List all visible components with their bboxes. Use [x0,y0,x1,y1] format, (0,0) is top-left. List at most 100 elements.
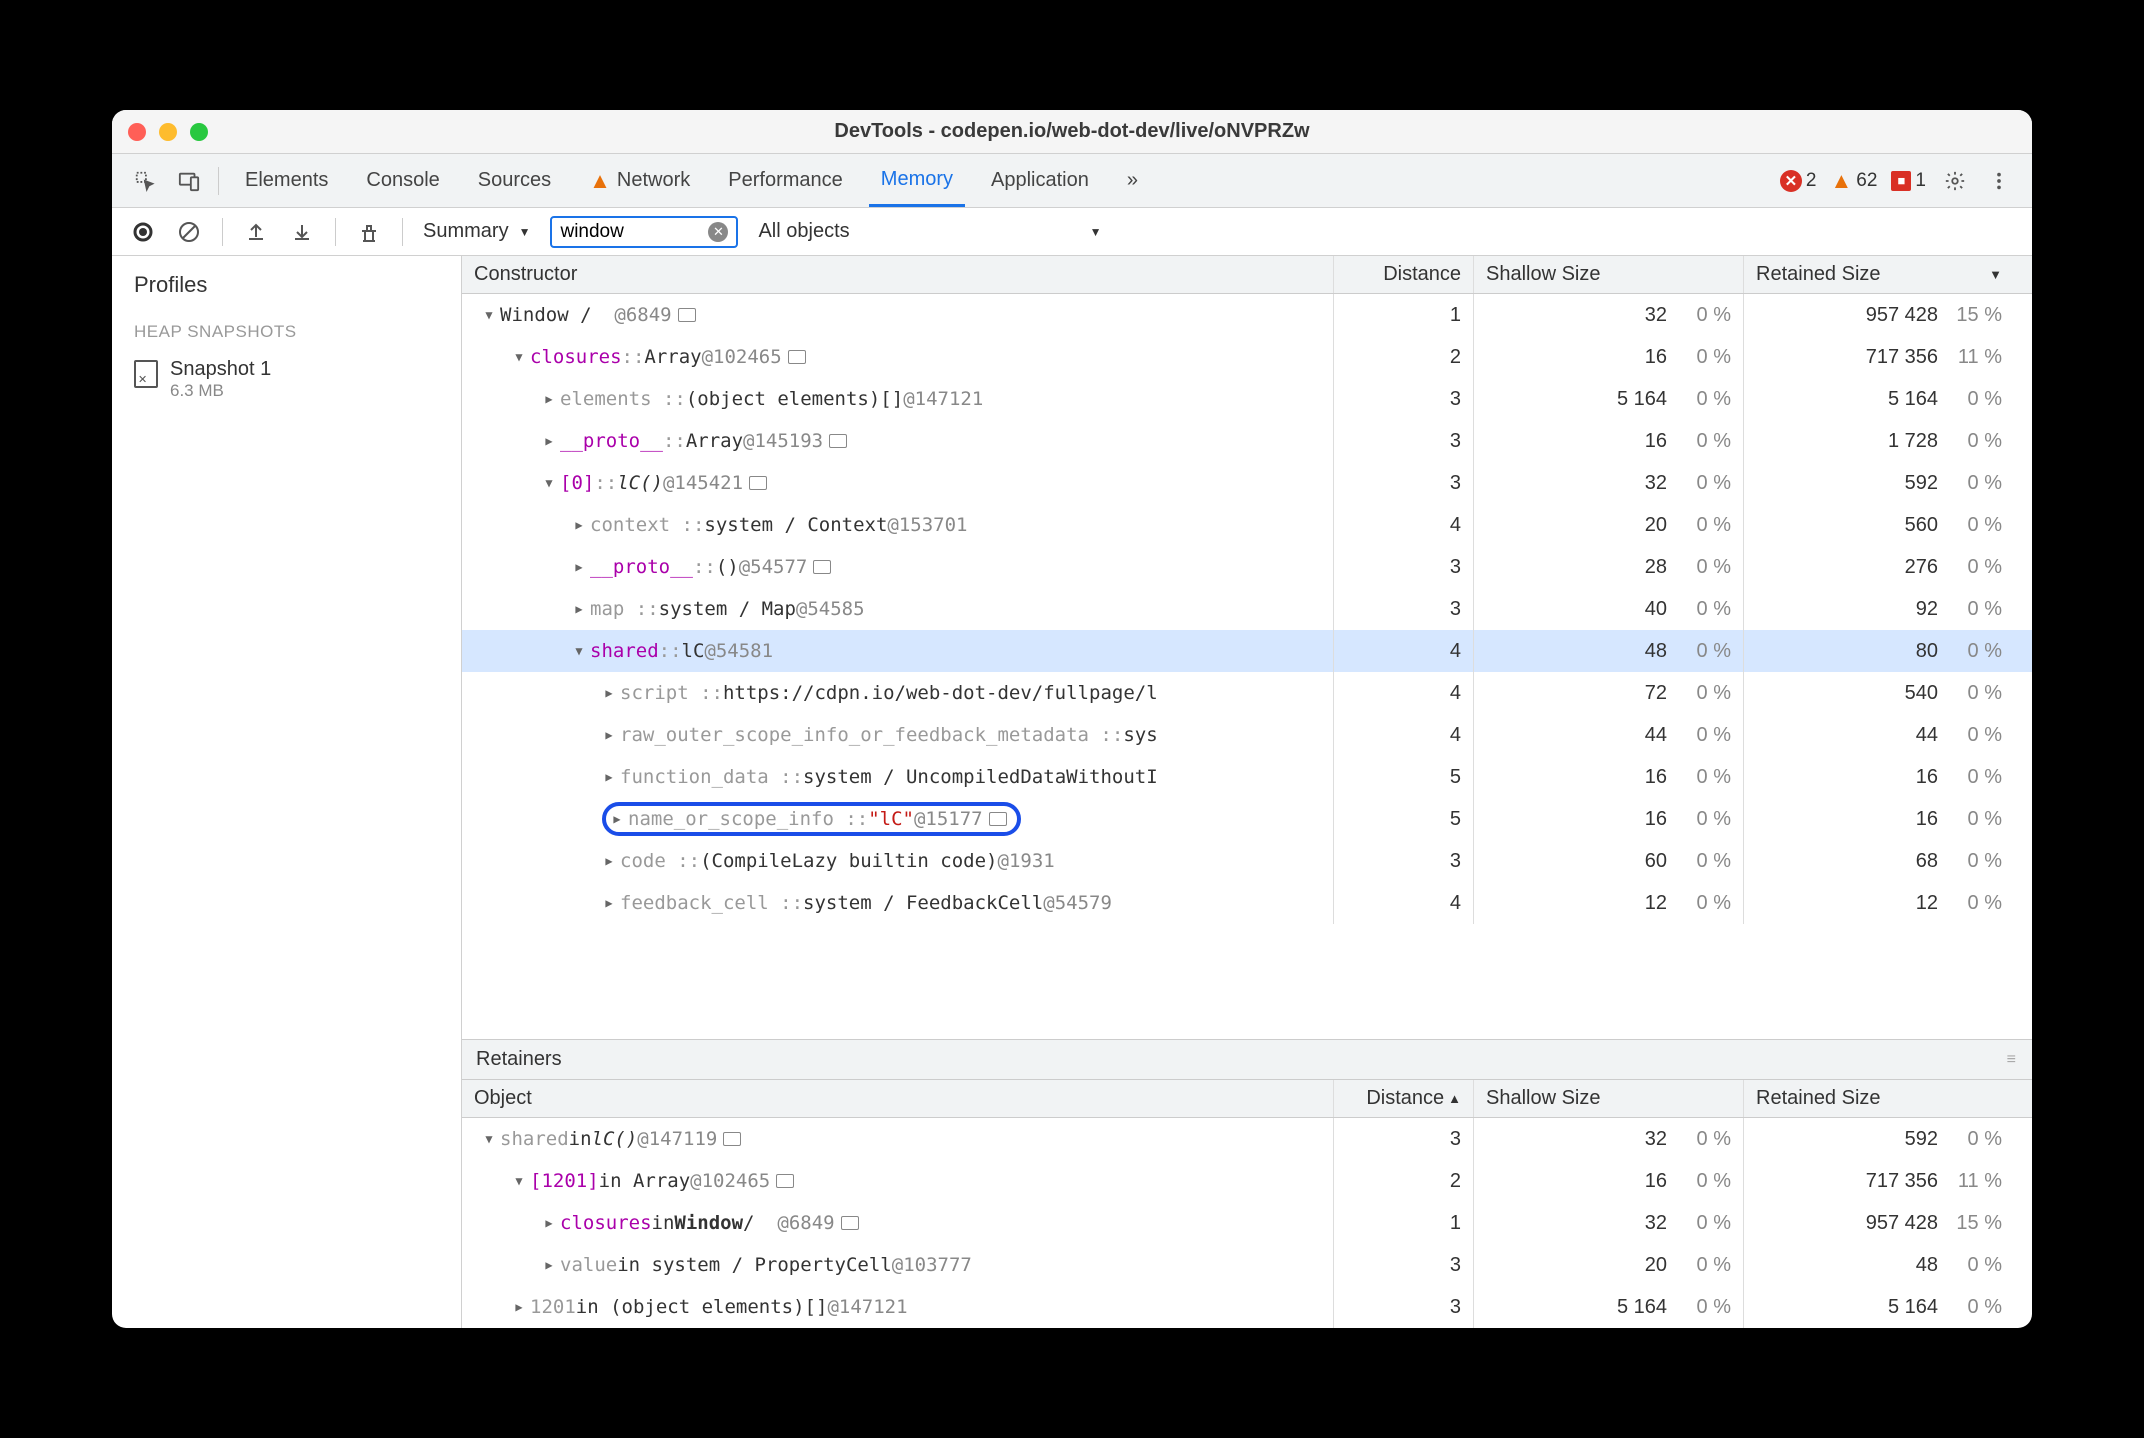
col-distance-ret[interactable]: Distance▲ [1334,1080,1474,1117]
expand-toggle-icon[interactable] [602,770,616,784]
constructors-body[interactable]: Window / @6849 1320 %957 42815 % closure… [462,294,2032,924]
upload-icon[interactable] [243,221,269,243]
col-retained[interactable]: Retained Size▼ [1744,256,2014,293]
expand-toggle-icon[interactable] [512,1174,526,1188]
table-row[interactable]: context :: system / Context @1537014200 … [462,504,2032,546]
expand-toggle-icon[interactable] [542,476,556,490]
expand-toggle-icon[interactable] [572,602,586,616]
table-row[interactable]: elements :: (object elements)[] @1471213… [462,378,2032,420]
tabs-overflow[interactable]: » [1115,154,1150,207]
table-row[interactable]: map :: system / Map @545853400 %920 % [462,588,2032,630]
filter-text-field[interactable] [560,221,700,243]
col-object[interactable]: Object [462,1080,1334,1117]
expand-toggle-icon[interactable] [602,728,616,742]
table-row[interactable]: shared in lC() @147119 3320 %5920 % [462,1118,2032,1160]
expand-toggle-icon[interactable] [602,854,616,868]
minimize-window-button[interactable] [159,123,177,141]
col-shallow-ret[interactable]: Shallow Size [1474,1080,1744,1117]
more-menu-icon[interactable] [1984,170,2014,192]
table-row[interactable]: __proto__ :: Array @145193 3160 %1 7280 … [462,420,2032,462]
object-filter-select[interactable]: All objects ▼ [758,220,1101,243]
expand-toggle-icon[interactable] [602,896,616,910]
table-row[interactable]: script :: https://cdpn.io/web-dot-dev/fu… [462,672,2032,714]
expand-toggle-icon[interactable] [482,308,496,322]
table-row[interactable]: Window / @6849 1320 %957 42815 % [462,294,2032,336]
table-row[interactable]: closures :: Array @102465 2160 %717 3561… [462,336,2032,378]
tab-memory[interactable]: Memory [869,154,965,207]
expand-toggle-icon[interactable] [542,392,556,406]
table-row[interactable]: __proto__ :: () @54577 3280 %2760 % [462,546,2032,588]
expand-toggle-icon[interactable] [572,560,586,574]
issue-count[interactable]: ■ 1 [1891,170,1926,192]
shallow-cell: 440 % [1474,714,1744,756]
object-name-cell: __proto__ :: () @54577 [462,546,1334,588]
col-shallow[interactable]: Shallow Size [1474,256,1744,293]
col-retained-ret[interactable]: Retained Size [1744,1080,2014,1117]
shallow-cell: 280 % [1474,546,1744,588]
table-row[interactable]: value in system / PropertyCell @10377732… [462,1244,2032,1286]
table-row[interactable]: name_or_scope_info :: "lC" @15177 5160 %… [462,798,2032,840]
drag-handle-icon[interactable]: ≡ [2007,1051,2018,1069]
expand-toggle-icon[interactable] [572,644,586,658]
expand-toggle-icon[interactable] [572,518,586,532]
tab-sources[interactable]: Sources [466,154,563,207]
table-row[interactable]: raw_outer_scope_info_or_feedback_metadat… [462,714,2032,756]
expand-toggle-icon[interactable] [542,434,556,448]
retainers-body[interactable]: shared in lC() @147119 3320 %5920 % [120… [462,1118,2032,1328]
expand-toggle-icon[interactable] [602,686,616,700]
expand-toggle-icon[interactable] [542,1258,556,1272]
error-count[interactable]: ✕ 2 [1780,170,1817,192]
gc-icon[interactable] [356,221,382,243]
expand-toggle-icon[interactable] [512,350,526,364]
status-icons: ✕ 2 ▲ 62 ■ 1 [1780,168,2014,194]
device-toolbar-icon[interactable] [174,170,204,192]
clear-filter-icon[interactable]: ✕ [708,222,728,242]
shallow-cell: 160 % [1474,1160,1744,1202]
tab-performance[interactable]: Performance [716,154,855,207]
retained-cell: 1 7280 % [1744,420,2014,462]
snapshot-name: Snapshot 1 [170,358,271,381]
object-name-cell: value in system / PropertyCell @103777 [462,1244,1334,1286]
table-row[interactable]: [1201] in Array @102465 2160 %717 35611 … [462,1160,2032,1202]
view-mode-select[interactable]: Summary ▼ [423,220,530,243]
table-row[interactable]: code :: (CompileLazy builtin code) @1931… [462,840,2032,882]
table-row[interactable]: [0] :: lC() @145421 3320 %5920 % [462,462,2032,504]
tab-network[interactable]: ▲Network [577,154,702,207]
snapshot-size: 6.3 MB [170,381,271,401]
distance-cell: 5 [1334,756,1474,798]
tab-application[interactable]: Application [979,154,1101,207]
table-row[interactable]: shared :: lC @545814480 %800 % [462,630,2032,672]
snapshot-item[interactable]: Snapshot 1 6.3 MB [112,350,461,409]
expand-toggle-icon[interactable] [512,1300,526,1314]
window-title: DevTools - codepen.io/web-dot-dev/live/o… [112,120,2032,143]
class-filter-input[interactable]: ✕ [550,216,738,248]
retained-cell: 920 % [1744,588,2014,630]
traffic-lights [128,123,208,141]
table-row[interactable]: closures in Window / @6849 1320 %957 428… [462,1202,2032,1244]
record-button[interactable] [130,221,156,243]
tab-console[interactable]: Console [354,154,451,207]
expand-toggle-icon[interactable] [482,1132,496,1146]
clear-button[interactable] [176,221,202,243]
shallow-cell: 480 % [1474,630,1744,672]
inspect-element-icon[interactable] [130,170,160,192]
warning-count[interactable]: ▲ 62 [1831,168,1878,194]
table-row[interactable]: function_data :: system / UncompiledData… [462,756,2032,798]
col-constructor[interactable]: Constructor [462,256,1334,293]
expand-toggle-icon[interactable] [542,1216,556,1230]
retainers-header[interactable]: Retainers ≡ [462,1039,2032,1080]
object-name-cell: closures :: Array @102465 [462,336,1334,378]
sidebar-title: Profiles [112,256,461,308]
settings-icon[interactable] [1940,170,1970,192]
object-name-cell: [1201] in Array @102465 [462,1160,1334,1202]
download-icon[interactable] [289,221,315,243]
close-window-button[interactable] [128,123,146,141]
table-row[interactable]: 1201 in (object elements)[] @14712135 16… [462,1286,2032,1328]
shallow-cell: 160 % [1474,420,1744,462]
expand-toggle-icon[interactable] [610,812,624,826]
zoom-window-button[interactable] [190,123,208,141]
retained-cell: 5920 % [1744,462,2014,504]
tab-elements[interactable]: Elements [233,154,340,207]
table-row[interactable]: feedback_cell :: system / FeedbackCell @… [462,882,2032,924]
col-distance[interactable]: Distance [1334,256,1474,293]
